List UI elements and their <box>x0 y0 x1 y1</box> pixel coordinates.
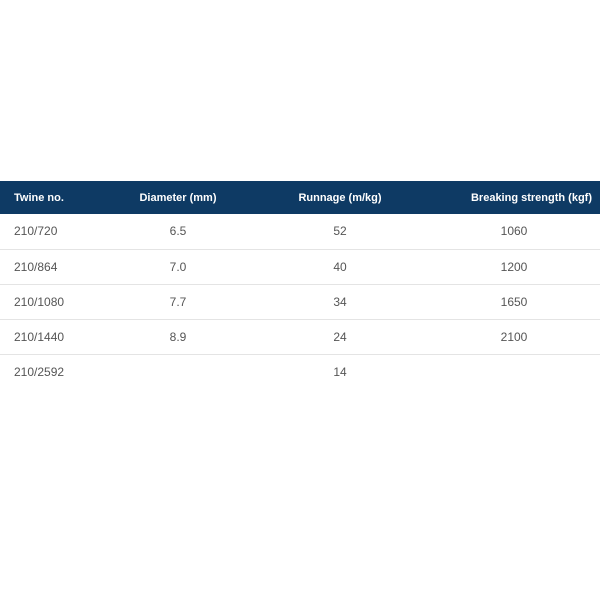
spec-table: Twine no. Diameter (mm) Runnage (m/kg) B… <box>0 181 600 389</box>
table-body: 210/720 6.5 52 1060 210/864 7.0 40 1200 … <box>0 214 600 389</box>
table-row: 210/2592 14 <box>0 354 600 389</box>
cell-diameter: 8.9 <box>169 329 187 344</box>
header-breaking-strength: Breaking strength (kgf) <box>470 191 592 204</box>
cell-diameter: 7.0 <box>169 259 187 274</box>
cell-diameter: 6.5 <box>169 224 187 239</box>
cell-runnage: 40 <box>333 259 347 274</box>
cell-twine-no: 210/1440 <box>14 329 65 344</box>
table-row: 210/720 6.5 52 1060 <box>0 214 600 249</box>
header-row: Twine no. Diameter (mm) Runnage (m/kg) B… <box>0 181 600 214</box>
header-twine-no: Twine no. <box>14 191 64 204</box>
table-row: 210/1440 8.9 24 2100 <box>0 319 600 354</box>
cell-twine-no: 210/1080 <box>14 294 65 309</box>
table-row: 210/1080 7.7 34 1650 <box>0 284 600 319</box>
table-row: 210/864 7.0 40 1200 <box>0 249 600 284</box>
cell-diameter <box>104 354 252 389</box>
cell-twine-no: 210/720 <box>14 224 58 239</box>
page: Twine no. Diameter (mm) Runnage (m/kg) B… <box>0 0 600 600</box>
header-runnage: Runnage (m/kg) <box>298 191 382 204</box>
cell-breaking-strength: 2100 <box>500 329 528 344</box>
cell-runnage: 52 <box>333 224 347 239</box>
cell-breaking-strength: 1650 <box>500 294 528 309</box>
cell-diameter: 7.7 <box>169 294 187 309</box>
cell-twine-no: 210/2592 <box>14 364 65 379</box>
cell-runnage: 14 <box>333 364 347 379</box>
cell-twine-no: 210/864 <box>14 259 58 274</box>
header-diameter: Diameter (mm) <box>139 191 217 204</box>
cell-runnage: 24 <box>333 329 347 344</box>
cell-runnage: 34 <box>333 294 347 309</box>
cell-breaking-strength: 1060 <box>500 224 528 239</box>
table-header: Twine no. Diameter (mm) Runnage (m/kg) B… <box>0 181 600 214</box>
cell-breaking-strength <box>428 354 600 389</box>
cell-breaking-strength: 1200 <box>500 259 528 274</box>
